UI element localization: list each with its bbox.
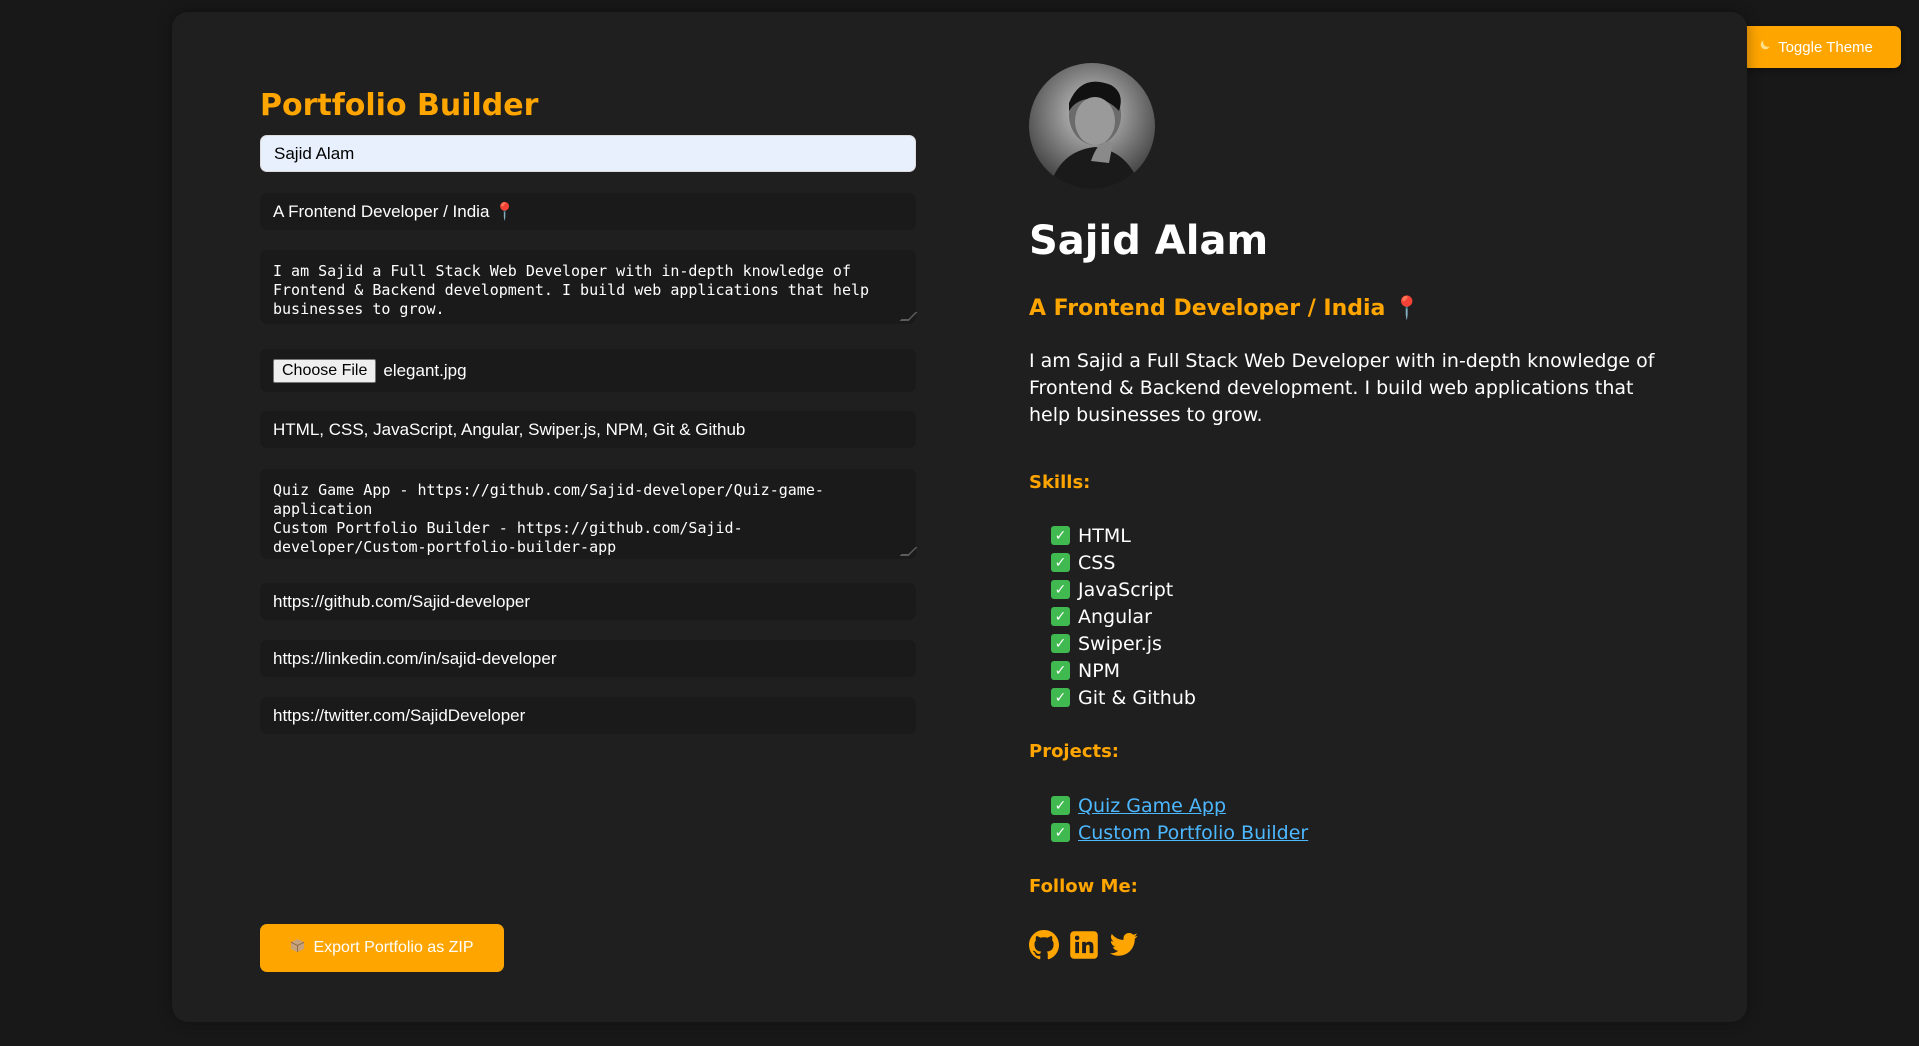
projects-list: ✓ Quiz Game App ✓ Custom Portfolio Builder [1051,792,1308,846]
file-name: elegant.jpg [383,360,467,380]
form-title: Portfolio Builder [260,88,539,123]
checkmark-icon: ✓ [1051,526,1070,545]
checkmark-icon: ✓ [1051,607,1070,626]
skills-input[interactable]: HTML, CSS, JavaScript, Angular, Swiper.j… [260,411,916,448]
choose-file-button[interactable]: Choose File [273,358,377,383]
toggle-theme-button[interactable]: Toggle Theme [1730,26,1901,68]
list-item: ✓ NPM [1051,657,1196,684]
linkedin-icon[interactable] [1069,930,1099,960]
preview-tagline: A Frontend Developer / India 📍 [1029,296,1421,321]
linkedin-input[interactable]: https://linkedin.com/in/sajid-developer [260,640,916,677]
preview-bio: I am Sajid a Full Stack Web Developer wi… [1029,350,1655,426]
export-zip-button[interactable]: Export Portfolio as ZIP [260,924,504,972]
resize-handle[interactable] [899,312,918,321]
projects-textarea[interactable]: Quiz Game App - https://github.com/Sajid… [260,469,918,559]
list-item: ✓ Angular [1051,603,1196,630]
checkmark-icon: ✓ [1051,688,1070,707]
projects-heading: Projects: [1029,741,1119,762]
checkmark-icon: ✓ [1051,823,1070,842]
github-icon[interactable] [1029,930,1059,960]
list-item: ✓ HTML [1051,522,1196,549]
portfolio-card: Portfolio Builder Sajid Alam A Frontend … [172,12,1747,1022]
list-item: ✓ CSS [1051,549,1196,576]
list-item: ✓ Swiper.js [1051,630,1196,657]
twitter-input[interactable]: https://twitter.com/SajidDeveloper [260,697,916,734]
package-icon [290,938,305,958]
skills-heading: Skills: [1029,472,1091,493]
tagline-input[interactable]: A Frontend Developer / India 📍 [260,193,916,230]
checkmark-icon: ✓ [1051,634,1070,653]
project-link[interactable]: Quiz Game App [1078,795,1226,817]
checkmark-icon: ✓ [1051,796,1070,815]
export-label: Export Portfolio as ZIP [313,939,474,956]
follow-heading: Follow Me: [1029,876,1138,897]
list-item: ✓ JavaScript [1051,576,1196,603]
avatar-file-input[interactable]: Choose File elegant.jpg [260,349,916,392]
resize-handle[interactable] [899,547,918,556]
github-input[interactable]: https://github.com/Sajid-developer [260,583,916,620]
preview-name: Sajid Alam [1029,218,1269,264]
project-link[interactable]: Custom Portfolio Builder [1078,822,1308,844]
twitter-icon[interactable] [1109,930,1139,960]
checkmark-icon: ✓ [1051,553,1070,572]
list-item: ✓ Quiz Game App [1051,792,1308,819]
moon-icon [1758,38,1772,56]
list-item: ✓ Git & Github [1051,684,1196,711]
name-input[interactable]: Sajid Alam [260,135,916,172]
bio-textarea[interactable]: I am Sajid a Full Stack Web Developer wi… [260,250,918,324]
skills-list: ✓ HTML ✓ CSS ✓ JavaScript ✓ Angular ✓ Swiper.… [1051,522,1196,711]
social-links [1029,930,1139,960]
checkmark-icon: ✓ [1051,661,1070,680]
list-item: ✓ Custom Portfolio Builder [1051,819,1308,846]
toggle-theme-label: Toggle Theme [1778,38,1873,56]
avatar [1029,63,1155,189]
checkmark-icon: ✓ [1051,580,1070,599]
